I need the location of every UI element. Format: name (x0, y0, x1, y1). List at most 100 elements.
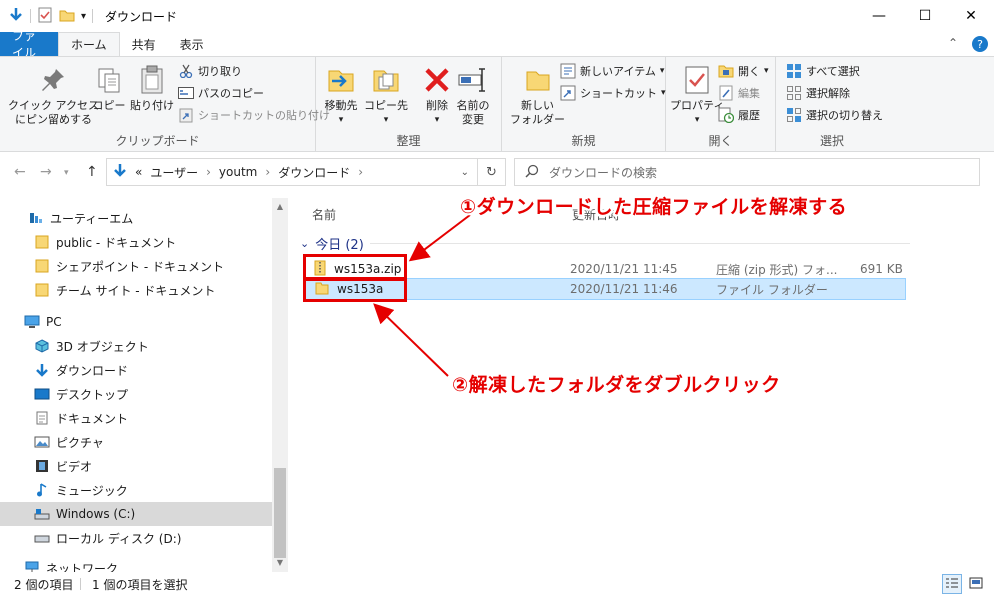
address-dropdown-icon[interactable]: ⌄ (461, 167, 469, 178)
search-placeholder: ダウンロードの検索 (549, 165, 658, 180)
nav-item-desktop[interactable]: デスクトップ (0, 382, 272, 406)
delete-dropdown-icon: ▾ (434, 115, 440, 125)
open-button[interactable]: 開く ▾ (718, 61, 769, 81)
file-date-cell: 2020/11/21 11:46 (570, 282, 678, 296)
large-icons-view-button[interactable] (966, 574, 986, 594)
details-view-button[interactable] (942, 574, 962, 594)
properties-button[interactable]: プロパティ ▾ (670, 63, 724, 127)
copy-path-icon (178, 85, 194, 101)
computer-icon (24, 314, 40, 330)
delete-button[interactable]: 削除 ▾ (420, 63, 454, 127)
picture-icon (34, 434, 50, 450)
breadcrumb-youtm[interactable]: youtm (219, 165, 257, 179)
rename-button[interactable]: 名前の 変更 (456, 63, 490, 127)
qa-dropdown-icon[interactable]: ▾ (81, 11, 86, 22)
music-note-icon (34, 482, 50, 498)
nav-item-pictures[interactable]: ピクチャ (0, 430, 272, 454)
invert-selection-button[interactable]: 選択の切り替え (786, 105, 883, 125)
nav-item-documents[interactable]: ドキュメント (0, 406, 272, 430)
column-header-name[interactable]: 名前 (312, 206, 336, 223)
cut-button[interactable]: 切り取り (178, 61, 242, 81)
nav-item-pc[interactable]: PC (0, 310, 272, 334)
recent-dropdown-icon[interactable]: ▾ (64, 168, 69, 178)
tab-file[interactable]: ファイル (0, 29, 58, 60)
properties-check-icon[interactable] (37, 7, 53, 26)
file-date-cell: 2020/11/21 11:45 (570, 262, 678, 276)
highlight-box-folder (303, 278, 407, 302)
up-arrow-icon[interactable]: ↑ (86, 164, 98, 180)
scrollbar-thumb[interactable] (274, 468, 286, 558)
folder-icon (34, 258, 50, 274)
paste-shortcut-button[interactable]: ショートカットの貼り付け (178, 105, 330, 125)
navigation-pane: ユーティーエム public - ドキュメント シェアポイント - ドキュメント… (0, 198, 288, 572)
folder-icon (34, 234, 50, 250)
group-header-today[interactable]: ⌄ 今日 (2) (300, 234, 910, 253)
copy-path-button[interactable]: パスのコピー (178, 83, 264, 103)
nav-item-public-documents[interactable]: public - ドキュメント (0, 230, 272, 254)
copy-button[interactable]: コピー (92, 63, 126, 113)
ribbon: クイック アクセス にピン留めする コピー 貼り付け 切り取り パスのコピー シ… (0, 56, 994, 152)
help-icon[interactable]: ? (972, 36, 988, 52)
nav-item-user[interactable]: ユーティーエム (0, 206, 272, 230)
back-arrow-icon[interactable]: ← (14, 164, 26, 180)
drive-icon (34, 506, 50, 522)
edit-button[interactable]: 編集 (718, 83, 760, 103)
clipboard-group-label: クリップボード (115, 134, 200, 148)
scroll-up-icon[interactable]: ▲ (272, 202, 288, 211)
easy-access-button[interactable]: ショートカット ▾ (560, 83, 666, 103)
history-icon (718, 107, 734, 123)
drive-icon (34, 530, 50, 546)
title-bar: ▾ ダウンロード — ☐ ✕ (0, 0, 994, 32)
new-folder-qa-icon[interactable] (59, 7, 75, 26)
forward-arrow-icon[interactable]: → (40, 164, 52, 180)
window-title: ダウンロード (105, 9, 178, 24)
pin-quick-access-button[interactable]: クイック アクセス にピン留めする (8, 63, 99, 127)
nav-item-downloads[interactable]: ダウンロード (0, 358, 272, 382)
address-bar[interactable]: « ユーザー › youtm › ダウンロード › ⌄ (106, 158, 478, 186)
collapse-ribbon-icon[interactable]: ⌃ (948, 36, 958, 52)
nav-item-sharepoint-documents[interactable]: シェアポイント - ドキュメント (0, 254, 272, 278)
history-button[interactable]: 履歴 (718, 105, 760, 125)
refresh-button[interactable]: ↻ (478, 158, 506, 186)
breadcrumb-downloads[interactable]: ダウンロード (278, 164, 350, 181)
nav-item-music[interactable]: ミュージック (0, 478, 272, 502)
new-item-dropdown-icon: ▾ (659, 66, 665, 76)
nav-item-network[interactable]: ネットワーク (0, 556, 272, 572)
breadcrumb-overflow[interactable]: « (135, 165, 142, 179)
copy-icon (92, 63, 126, 97)
search-box[interactable]: ダウンロードの検索 (514, 158, 980, 186)
select-all-button[interactable]: すべて選択 (786, 61, 860, 81)
breadcrumb-users[interactable]: ユーザー (150, 164, 198, 181)
view-switcher (942, 574, 986, 594)
nav-item-drive-c[interactable]: Windows (C:) (0, 502, 272, 526)
nav-item-team-site-documents[interactable]: チーム サイト - ドキュメント (0, 278, 272, 302)
minimize-button[interactable]: — (856, 0, 902, 32)
new-folder-icon (521, 63, 555, 97)
sharepoint-site-icon (28, 210, 44, 226)
maximize-button[interactable]: ☐ (902, 0, 948, 32)
scroll-down-icon[interactable]: ▼ (272, 558, 288, 567)
new-folder-button[interactable]: 新しい フォルダー (510, 63, 565, 127)
downloads-location-icon (113, 163, 127, 182)
open-group: プロパティ ▾ 開く ▾ 編集 履歴 開く (666, 57, 776, 152)
tab-share[interactable]: 共有 (120, 32, 168, 56)
nav-item-drive-d[interactable]: ローカル ディスク (D:) (0, 526, 272, 550)
select-none-button[interactable]: 選択解除 (786, 83, 850, 103)
tab-home[interactable]: ホーム (58, 32, 120, 56)
copy-to-button[interactable]: コピー先 ▾ (364, 63, 408, 127)
nav-pane-scrollbar[interactable]: ▲ ▼ (272, 198, 288, 572)
ribbon-tabs: ファイル ホーム 共有 表示 ⌃ ? (0, 29, 994, 60)
move-to-icon (324, 63, 358, 97)
nav-item-3d-objects[interactable]: 3D オブジェクト (0, 334, 272, 358)
nav-item-videos[interactable]: ビデオ (0, 454, 272, 478)
close-button[interactable]: ✕ (948, 0, 994, 32)
selection-count: 1 個の項目を選択 (92, 577, 188, 592)
organize-group: 移動先 ▾ コピー先 ▾ 削除 ▾ 名前の 変更 整理 (316, 57, 502, 152)
new-item-button[interactable]: 新しいアイテム ▾ (560, 61, 664, 81)
breadcrumb-separator: › (265, 165, 271, 179)
paste-button[interactable]: 貼り付け (130, 63, 174, 113)
tab-view[interactable]: 表示 (168, 32, 216, 56)
file-size-cell: 691 KB (860, 262, 903, 276)
download-arrow-icon (34, 362, 50, 378)
move-to-button[interactable]: 移動先 ▾ (324, 63, 358, 127)
